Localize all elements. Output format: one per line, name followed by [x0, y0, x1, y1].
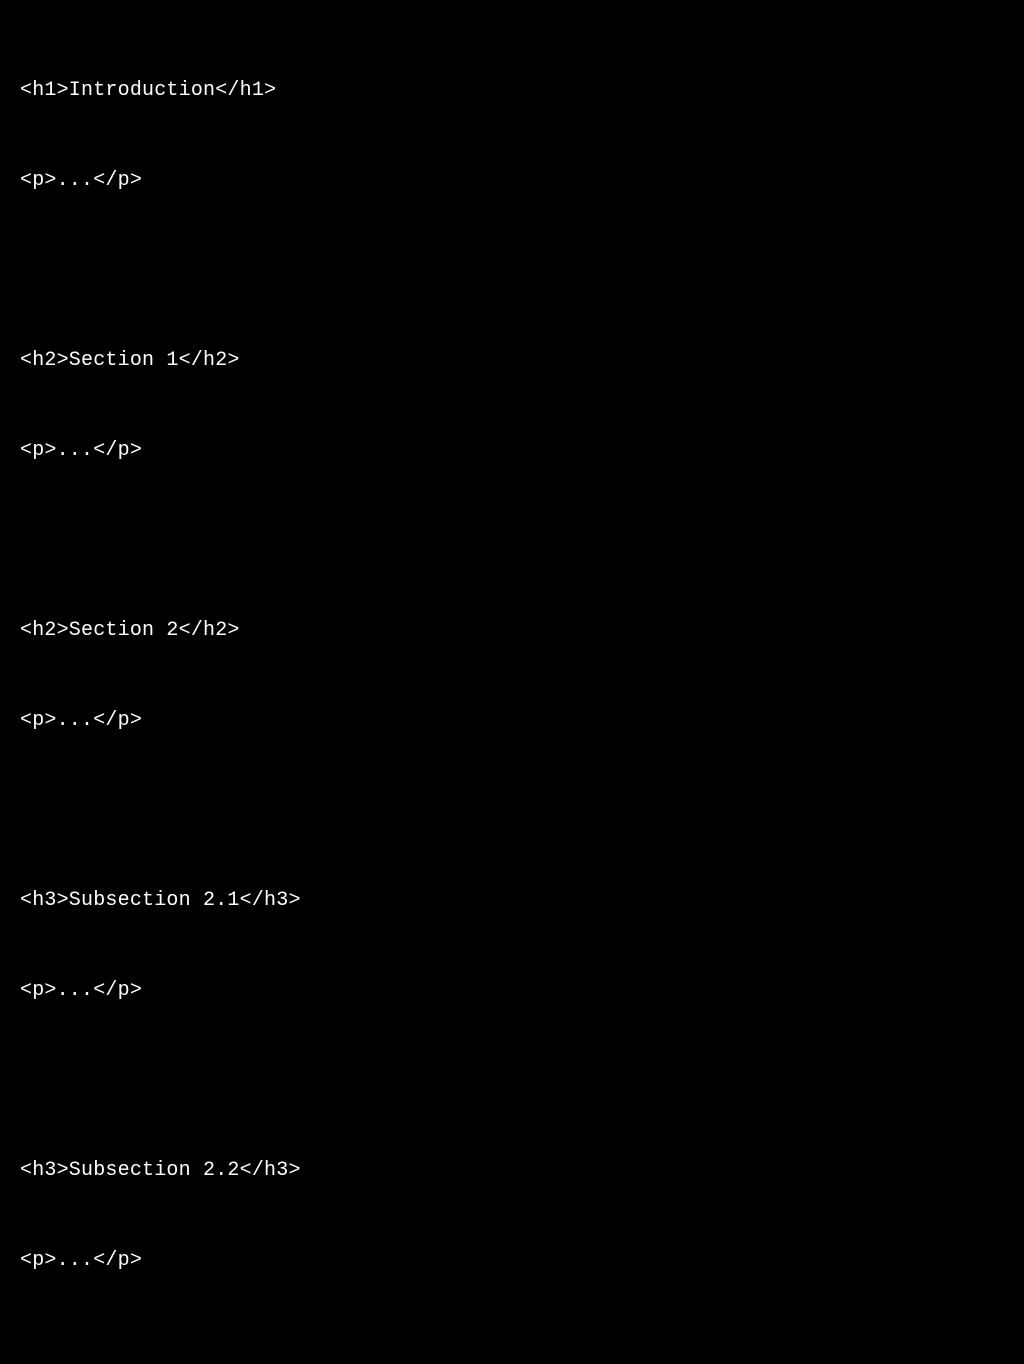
code-line: <p>...</p>	[20, 436, 1004, 466]
code-line	[20, 1336, 1004, 1364]
code-line: <h2>Section 1</h2>	[20, 346, 1004, 376]
code-line: <h3>Subsection 2.1</h3>	[20, 886, 1004, 916]
code-line: <h2>Section 2</h2>	[20, 616, 1004, 646]
code-snippet: <h1>Introduction</h1> <p>...</p> <h2>Sec…	[20, 16, 1004, 1364]
code-line: <p>...</p>	[20, 976, 1004, 1006]
code-line	[20, 526, 1004, 556]
code-line: <h3>Subsection 2.2</h3>	[20, 1156, 1004, 1186]
code-line: <p>...</p>	[20, 706, 1004, 736]
code-line: <h1>Introduction</h1>	[20, 76, 1004, 106]
code-line	[20, 796, 1004, 826]
code-line	[20, 1066, 1004, 1096]
code-line: <p>...</p>	[20, 1246, 1004, 1276]
code-line: <p>...</p>	[20, 166, 1004, 196]
code-line	[20, 256, 1004, 286]
